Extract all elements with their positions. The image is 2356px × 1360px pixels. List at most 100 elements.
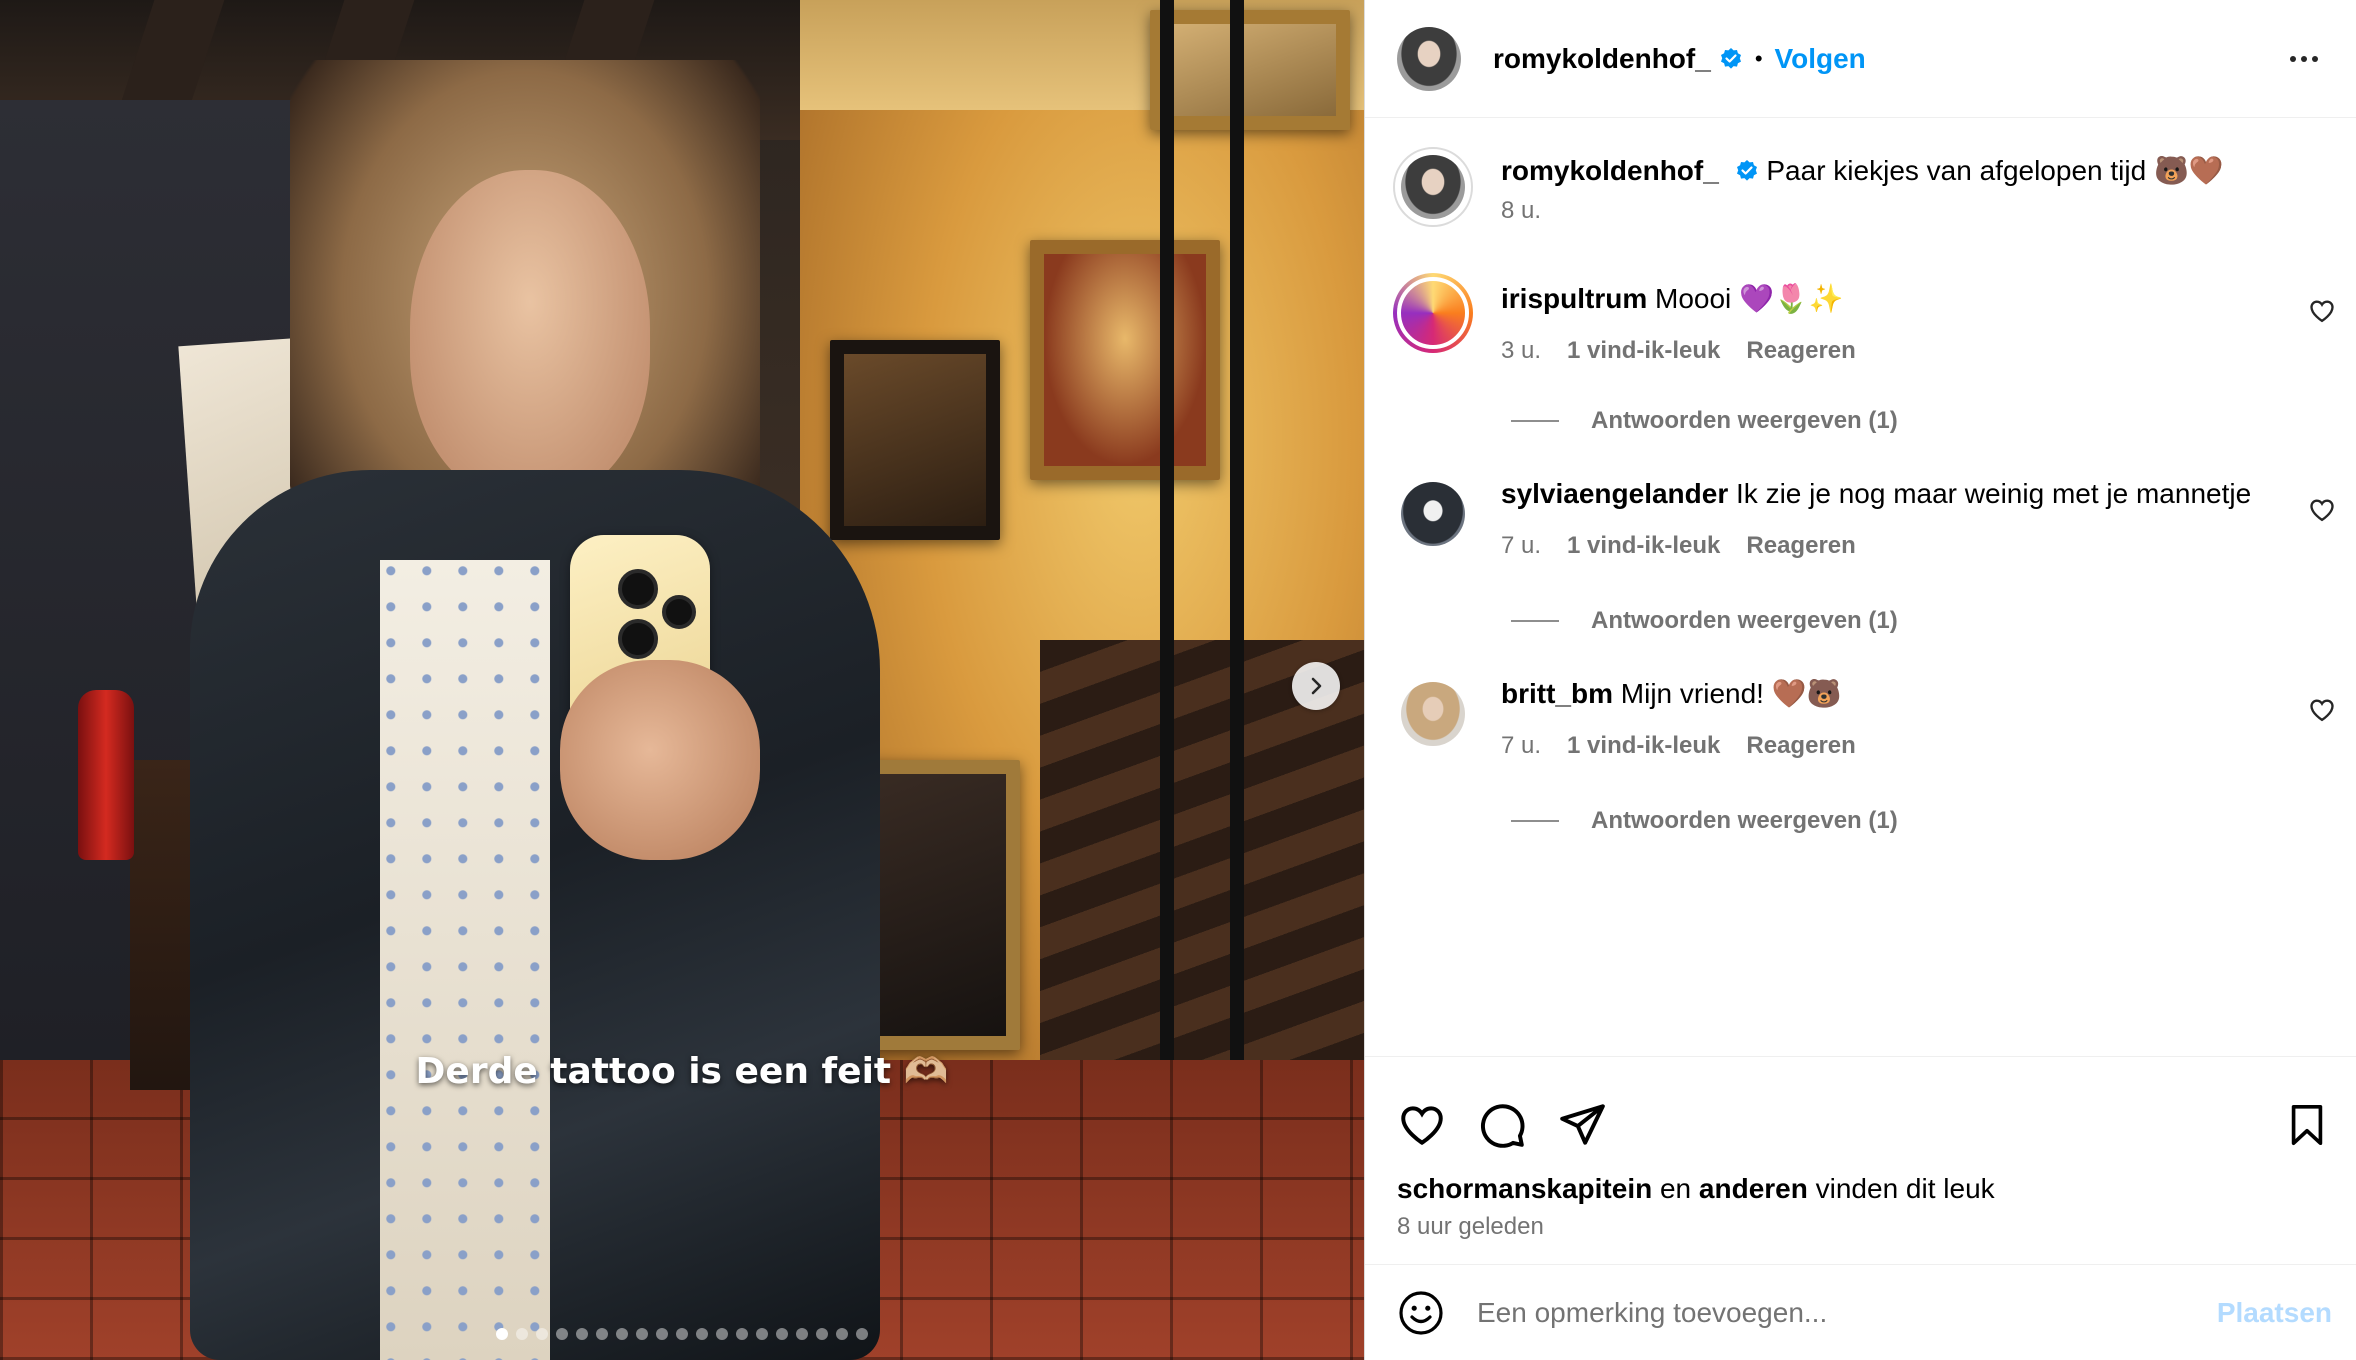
carousel-dot <box>536 1328 548 1340</box>
emoji-icon[interactable] <box>1397 1289 1445 1337</box>
author-username[interactable]: romykoldenhof_ <box>1493 43 1711 75</box>
carousel-dot <box>636 1328 648 1340</box>
comment-icon <box>1481 1104 1525 1148</box>
comment-body: irispultrum Moooi 💜🌷✨ 3 u. 1 vind-ik-leu… <box>1501 273 2356 365</box>
reply-button[interactable]: Reageren <box>1746 532 1855 560</box>
avatar[interactable] <box>1397 26 1461 91</box>
share-button[interactable] <box>1555 1098 1609 1152</box>
carousel-dot <box>516 1328 528 1340</box>
comment-likes[interactable]: 1 vind-ik-leuk <box>1567 732 1720 760</box>
media-frame <box>1030 240 1220 480</box>
post-media[interactable]: Derde tattoo is een feit 🫶🏼 <box>0 0 1364 1360</box>
follow-button[interactable]: Volgen <box>1775 43 1866 75</box>
carousel-dot <box>756 1328 768 1340</box>
comment-text: Ik zie je nog maar weinig met je mannetj… <box>1736 478 2252 509</box>
comment-likes[interactable]: 1 vind-ik-leuk <box>1567 337 1720 365</box>
view-replies-button[interactable]: Antwoorden weergeven (1) <box>1511 807 1898 835</box>
media-railing <box>1230 0 1244 1200</box>
replies-divider <box>1511 620 1559 622</box>
view-replies-label: Antwoorden weergeven (1) <box>1591 807 1898 834</box>
avatar[interactable] <box>1401 682 1465 746</box>
view-replies-button[interactable]: Antwoorden weergeven (1) <box>1511 407 1898 435</box>
comments-list[interactable]: romykoldenhof_ Paar kiekjes van afgelope… <box>1365 119 2356 1056</box>
phone-camera <box>618 569 658 609</box>
carousel-dot <box>776 1328 788 1340</box>
comment-line: sylviaengelander Ik zie je nog maar wein… <box>1501 476 2356 512</box>
carousel-dot <box>596 1328 608 1340</box>
phone-camera <box>662 595 696 629</box>
carousel-dot <box>736 1328 748 1340</box>
heart-icon[interactable] <box>2308 696 2336 724</box>
liker-username[interactable]: schormanskapitein <box>1397 1173 1652 1204</box>
carousel-dot <box>856 1328 868 1340</box>
post-sidebar: romykoldenhof_ • Volgen romykoldenhof_ P… <box>1364 0 2356 1360</box>
comment-line: britt_bm Mijn vriend! 🤎🐻 <box>1501 676 2356 712</box>
comment-time[interactable]: 7 u. <box>1501 732 1541 760</box>
post-timestamp[interactable]: 8 uur geleden <box>1365 1205 2356 1241</box>
avatar[interactable] <box>1393 147 1473 227</box>
media-frame <box>1150 10 1350 130</box>
caption-body: romykoldenhof_ Paar kiekjes van afgelope… <box>1501 147 2356 227</box>
avatar-image <box>1401 482 1465 546</box>
comment-time[interactable]: 3 u. <box>1501 337 1541 365</box>
person-face <box>410 170 650 500</box>
comment-button[interactable] <box>1475 1098 1529 1152</box>
reply-button[interactable]: Reageren <box>1746 337 1855 365</box>
more-icon-dot <box>2290 55 2296 62</box>
avatar[interactable] <box>1401 482 1465 546</box>
likes-others-link[interactable]: anderen <box>1699 1173 1808 1204</box>
replies-divider <box>1511 820 1559 822</box>
more-options-button[interactable] <box>2280 46 2328 72</box>
media-fire-extinguisher <box>78 690 134 860</box>
avatar[interactable] <box>1393 273 1473 353</box>
avatar-image <box>1397 26 1461 91</box>
comment-meta: 3 u. 1 vind-ik-leuk Reageren <box>1501 337 2356 365</box>
comment-time[interactable]: 7 u. <box>1501 532 1541 560</box>
heart-icon[interactable] <box>2308 496 2336 524</box>
person-hand <box>560 660 760 860</box>
comment-text: Moooi 💜🌷✨ <box>1655 283 1844 314</box>
comment-input[interactable] <box>1477 1296 2217 1329</box>
view-replies-button[interactable]: Antwoorden weergeven (1) <box>1511 607 1898 635</box>
action-bar <box>1365 1057 2356 1163</box>
reply-button[interactable]: Reageren <box>1746 732 1855 760</box>
share-icon <box>1560 1104 1605 1145</box>
like-button[interactable] <box>1395 1098 1449 1152</box>
save-button[interactable] <box>2280 1098 2334 1152</box>
replies-divider <box>1511 420 1559 422</box>
comment-username[interactable]: irispultrum <box>1501 283 1647 314</box>
post-header: romykoldenhof_ • Volgen <box>1365 0 2356 118</box>
next-slide-button[interactable] <box>1292 662 1340 710</box>
carousel-dot <box>496 1328 508 1340</box>
instagram-post-dialog: Derde tattoo is een feit 🫶🏼 romykoldenho… <box>0 0 2356 1360</box>
comment: sylviaengelander Ik zie je nog maar wein… <box>1365 476 2356 560</box>
caption-time[interactable]: 8 u. <box>1501 197 1541 225</box>
chevron-right-icon <box>1311 677 1322 695</box>
likes-summary: schormanskapitein en anderen vinden dit … <box>1365 1163 2356 1205</box>
carousel-dot <box>676 1328 688 1340</box>
carousel-dot <box>556 1328 568 1340</box>
more-icon-dot <box>2301 55 2307 62</box>
comment-username[interactable]: sylviaengelander <box>1501 478 1728 509</box>
comment-body: sylviaengelander Ik zie je nog maar wein… <box>1501 476 2356 560</box>
comment-username[interactable]: britt_bm <box>1501 678 1613 709</box>
comment-text: Mijn vriend! 🤎🐻 <box>1620 678 1842 709</box>
caption-username[interactable]: romykoldenhof_ <box>1501 155 1719 186</box>
heart-icon[interactable] <box>2308 297 2336 325</box>
carousel-dot <box>576 1328 588 1340</box>
comment-likes[interactable]: 1 vind-ik-leuk <box>1567 532 1720 560</box>
phone-camera <box>618 619 658 659</box>
view-replies-label: Antwoorden weergeven (1) <box>1591 407 1898 434</box>
carousel-dot <box>696 1328 708 1340</box>
likes-connector: en <box>1659 1173 1692 1204</box>
caption-text: Paar kiekjes van afgelopen tijd 🐻🤎 <box>1766 155 2224 186</box>
comment: britt_bm Mijn vriend! 🤎🐻 7 u. 1 vind-ik-… <box>1365 676 2356 760</box>
more-icon-dot <box>2312 55 2318 62</box>
media-caption-overlay: Derde tattoo is een feit 🫶🏼 <box>415 1051 949 1092</box>
avatar-image <box>1401 682 1465 746</box>
verified-badge-icon <box>1736 160 1757 181</box>
carousel-dot <box>816 1328 828 1340</box>
comment-line: irispultrum Moooi 💜🌷✨ <box>1501 281 2356 317</box>
comment-meta: 7 u. 1 vind-ik-leuk Reageren <box>1501 532 2356 560</box>
post-comment-button[interactable]: Plaatsen <box>2217 1297 2332 1329</box>
